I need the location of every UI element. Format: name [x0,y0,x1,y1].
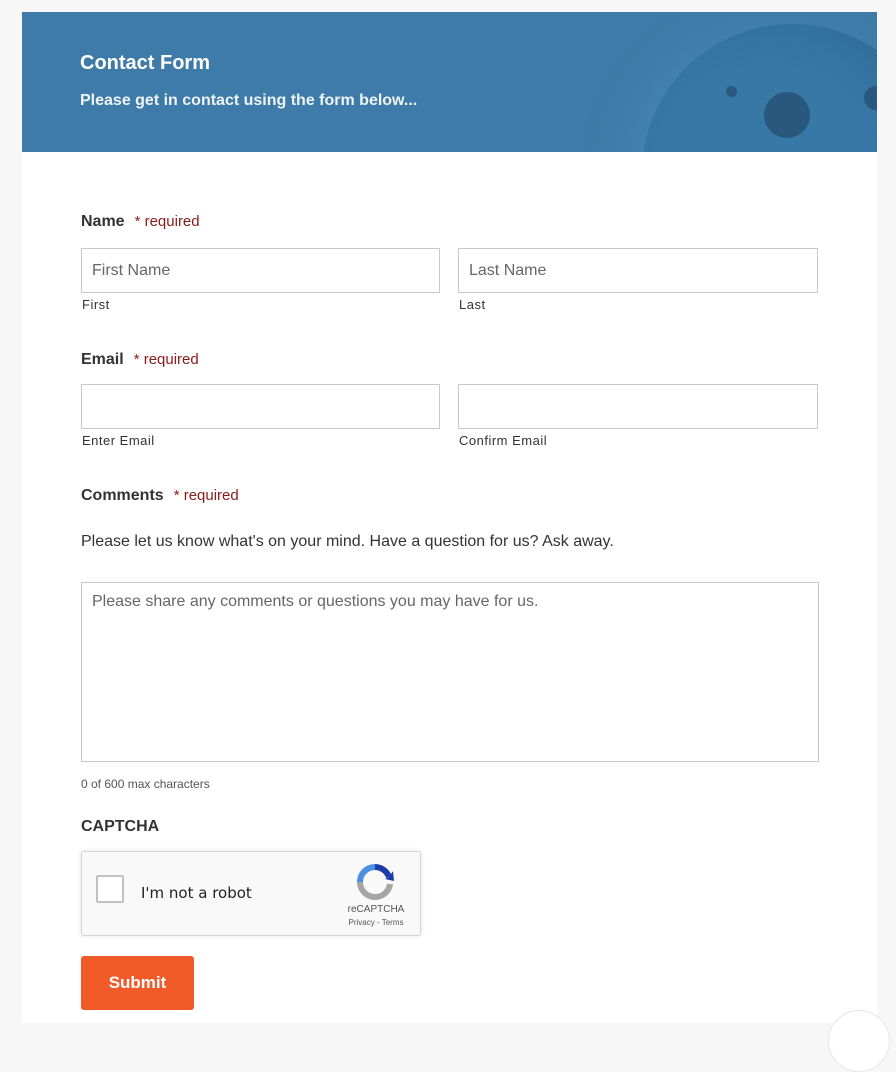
first-name-input[interactable] [81,248,440,293]
captcha-label: CAPTCHA [81,818,160,835]
email-required-marker: * required [133,351,199,368]
comments-required-marker: * required [173,487,239,504]
recaptcha-checkbox-label: I'm not a robot [141,884,252,902]
submit-button[interactable]: Submit [81,956,194,1010]
recaptcha-checkbox[interactable] [96,875,124,903]
comments-textarea[interactable] [81,582,819,762]
email-label-text: Email [81,351,124,368]
name-required-marker: * required [134,213,200,230]
name-label: Name * required [81,213,200,231]
crater-small [726,86,737,97]
enter-email-input[interactable] [81,384,440,429]
comments-help-text: Please let us know what's on your mind. … [81,533,614,550]
last-name-input[interactable] [458,248,818,293]
crater-medium [864,86,877,110]
form-title: Contact Form [80,52,210,74]
confirm-email-sublabel: Confirm Email [459,433,548,448]
first-name-sublabel: First [82,297,110,312]
form-header: Contact Form Please get in contact using… [22,12,877,152]
recaptcha-widget: I'm not a robot reCAPTCHA Privacy - Term… [81,851,421,936]
last-name-sublabel: Last [459,297,486,312]
comments-label-text: Comments [81,487,164,504]
recaptcha-logo-icon [357,864,394,901]
character-counter: 0 of 600 max characters [81,777,210,791]
recaptcha-privacy-terms[interactable]: Privacy - Terms [322,918,430,927]
chat-widget-button[interactable] [828,1010,890,1072]
name-label-text: Name [81,213,125,230]
contact-form-card: Contact Form Please get in contact using… [22,12,877,1023]
confirm-email-input[interactable] [458,384,818,429]
recaptcha-brand: reCAPTCHA [347,904,405,915]
crater-large [764,92,810,138]
email-label: Email * required [81,351,199,369]
enter-email-sublabel: Enter Email [82,433,155,448]
comments-label: Comments * required [81,487,239,505]
form-subtitle: Please get in contact using the form bel… [80,92,418,109]
planet-decoration [642,24,877,152]
